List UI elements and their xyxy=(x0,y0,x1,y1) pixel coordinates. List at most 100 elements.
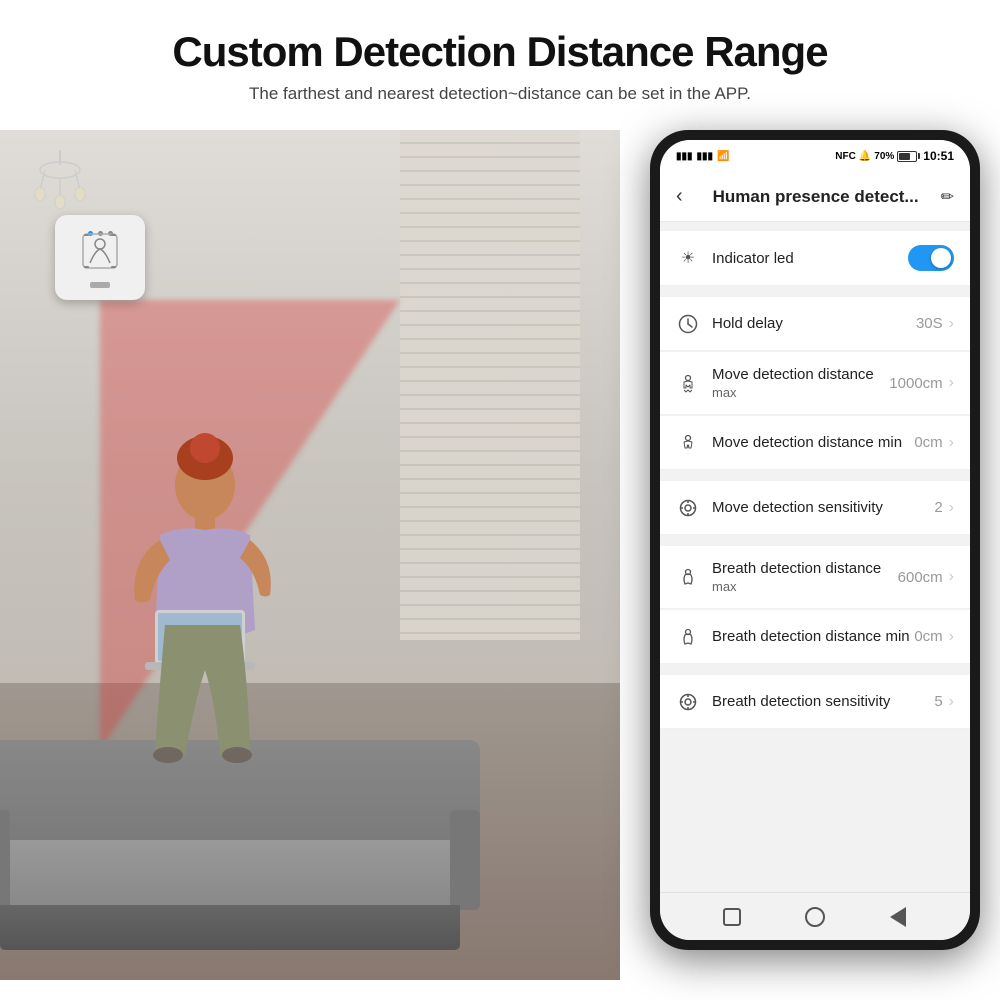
breath-dist-min-icon xyxy=(676,625,700,649)
phone-bottom-nav xyxy=(660,892,970,940)
sofa-arm-right xyxy=(450,810,480,910)
breath-dist-max-value: 600cm xyxy=(898,569,943,586)
move-dist-min-value: 0cm xyxy=(914,434,942,451)
move-sensitivity-chevron: › xyxy=(949,499,954,517)
move-dist-max-chevron: › xyxy=(949,374,954,392)
section-gap-3 xyxy=(660,536,970,546)
move-sensitivity-icon xyxy=(676,496,700,520)
breath-dist-min-content: Breath detection distance min xyxy=(712,628,914,645)
move-sensitivity-content: Move detection sensitivity xyxy=(712,499,934,516)
indicator-led-icon: ☀ xyxy=(676,246,700,270)
move-dist-max-content: Move detection distance max xyxy=(712,366,889,400)
header: Custom Detection Distance Range The fart… xyxy=(0,0,1000,114)
move-dist-max-value: 1000cm xyxy=(889,375,942,392)
sofa-seat xyxy=(0,840,475,910)
person-figure xyxy=(100,430,320,850)
window-blinds xyxy=(400,130,580,640)
breath-sensitivity-right: 5 › xyxy=(934,693,954,711)
move-dist-max-label: Move detection distance xyxy=(712,366,889,383)
circle-icon xyxy=(805,907,825,927)
move-sensitivity-label: Move detection sensitivity xyxy=(712,499,934,516)
indicator-led-right xyxy=(908,245,954,271)
indicator-led-toggle[interactable] xyxy=(908,245,954,271)
settings-item-breath-dist-min[interactable]: Breath detection distance min 0cm › xyxy=(660,610,970,664)
settings-item-breath-dist-max[interactable]: Breath detection distance max 600cm › xyxy=(660,546,970,609)
breath-dist-min-value: 0cm xyxy=(914,628,942,645)
sensor-person-icon xyxy=(80,231,120,279)
breath-dist-min-chevron: › xyxy=(949,628,954,646)
move-dist-min-label: Move detection distance min xyxy=(712,434,914,451)
settings-item-move-dist-max[interactable]: Move detection distance max 1000cm › xyxy=(660,352,970,415)
chandelier-icon xyxy=(20,150,100,230)
sofa-arm-left xyxy=(0,810,10,910)
breath-dist-max-label: Breath detection distance xyxy=(712,560,898,577)
breath-sensitivity-chevron: › xyxy=(949,693,954,711)
nav-circle-button[interactable] xyxy=(801,903,829,931)
phone-outer-shell: ▮▮▮ ▮▮▮ 📶 NFC 🔔 70% xyxy=(650,130,980,950)
toggle-knob xyxy=(931,248,951,268)
nfc-indicator: NFC xyxy=(835,151,856,162)
settings-list: ☀ Indicator led xyxy=(660,222,970,892)
move-dist-min-chevron: › xyxy=(949,434,954,452)
nav-square-button[interactable] xyxy=(718,903,746,931)
phone-screen: ▮▮▮ ▮▮▮ 📶 NFC 🔔 70% xyxy=(660,140,970,940)
breath-dist-min-right: 0cm › xyxy=(914,628,954,646)
nav-back-button[interactable] xyxy=(884,903,912,931)
settings-item-indicator-led[interactable]: ☀ Indicator led xyxy=(660,230,970,286)
hold-delay-right: 30S › xyxy=(916,315,954,333)
breath-dist-max-chevron: › xyxy=(949,568,954,586)
back-button[interactable]: ‹ xyxy=(676,185,683,208)
settings-item-move-dist-min[interactable]: Move detection distance min 0cm › xyxy=(660,416,970,470)
breath-sensitivity-content: Breath detection sensitivity xyxy=(712,693,934,710)
indicator-led-label: Indicator led xyxy=(712,250,908,267)
breath-dist-max-right: 600cm › xyxy=(898,568,954,586)
scene-area xyxy=(0,130,620,980)
time-display: 10:51 xyxy=(923,149,954,163)
breath-sensitivity-label: Breath detection sensitivity xyxy=(712,693,934,710)
move-dist-max-right: 1000cm › xyxy=(889,374,954,392)
section-gap-4 xyxy=(660,665,970,675)
signal-icon: ▮▮▮ xyxy=(676,151,693,162)
signal-strength: ▮▮▮ xyxy=(697,151,714,162)
move-sensitivity-right: 2 › xyxy=(934,499,954,517)
section-gap-1 xyxy=(660,287,970,297)
status-bar-right: NFC 🔔 70% 10:51 xyxy=(835,149,954,163)
square-icon xyxy=(723,908,741,926)
edit-button[interactable]: ✏ xyxy=(941,187,954,207)
move-dist-min-right: 0cm › xyxy=(914,434,954,452)
status-bar-left: ▮▮▮ ▮▮▮ 📶 xyxy=(676,151,729,162)
hold-delay-icon xyxy=(676,312,700,336)
sensor-port xyxy=(90,282,110,288)
section-gap-2 xyxy=(660,471,970,481)
breath-dist-max-content: Breath detection distance max xyxy=(712,560,898,594)
page-wrapper: Custom Detection Distance Range The fart… xyxy=(0,0,1000,1000)
move-dist-min-content: Move detection distance min xyxy=(712,434,914,451)
move-dist-max-icon xyxy=(676,371,700,395)
wifi-icon: 📶 xyxy=(717,151,729,162)
battery-percent: 70% xyxy=(874,151,894,162)
move-sensitivity-value: 2 xyxy=(934,499,942,516)
breath-dist-min-label: Breath detection distance min xyxy=(712,628,914,645)
breath-dist-max-icon xyxy=(676,565,700,589)
settings-item-breath-sensitivity[interactable]: Breath detection sensitivity 5 › xyxy=(660,675,970,729)
hold-delay-label: Hold delay xyxy=(712,315,916,332)
battery-icon xyxy=(897,151,920,162)
hold-delay-content: Hold delay xyxy=(712,315,916,332)
status-bar: ▮▮▮ ▮▮▮ 📶 NFC 🔔 70% xyxy=(660,140,970,172)
indicator-led-content: Indicator led xyxy=(712,250,908,267)
move-dist-max-sublabel: max xyxy=(712,385,889,400)
page-subtitle: The farthest and nearest detection~dista… xyxy=(20,84,980,104)
triangle-icon xyxy=(890,907,906,927)
breath-dist-max-sublabel: max xyxy=(712,579,898,594)
breath-sensitivity-icon xyxy=(676,690,700,714)
settings-item-hold-delay[interactable]: Hold delay 30S › xyxy=(660,297,970,351)
settings-item-move-sensitivity[interactable]: Move detection sensitivity 2 › xyxy=(660,481,970,535)
hold-delay-chevron: › xyxy=(949,315,954,333)
nav-bar: ‹ Human presence detect... ✏ xyxy=(660,172,970,222)
nav-title: Human presence detect... xyxy=(691,187,941,207)
phone-mockup: ▮▮▮ ▮▮▮ 📶 NFC 🔔 70% xyxy=(650,130,990,970)
move-dist-min-icon xyxy=(676,431,700,455)
breath-sensitivity-value: 5 xyxy=(934,693,942,710)
sofa-legs xyxy=(0,905,460,950)
hold-delay-value: 30S xyxy=(916,315,943,332)
